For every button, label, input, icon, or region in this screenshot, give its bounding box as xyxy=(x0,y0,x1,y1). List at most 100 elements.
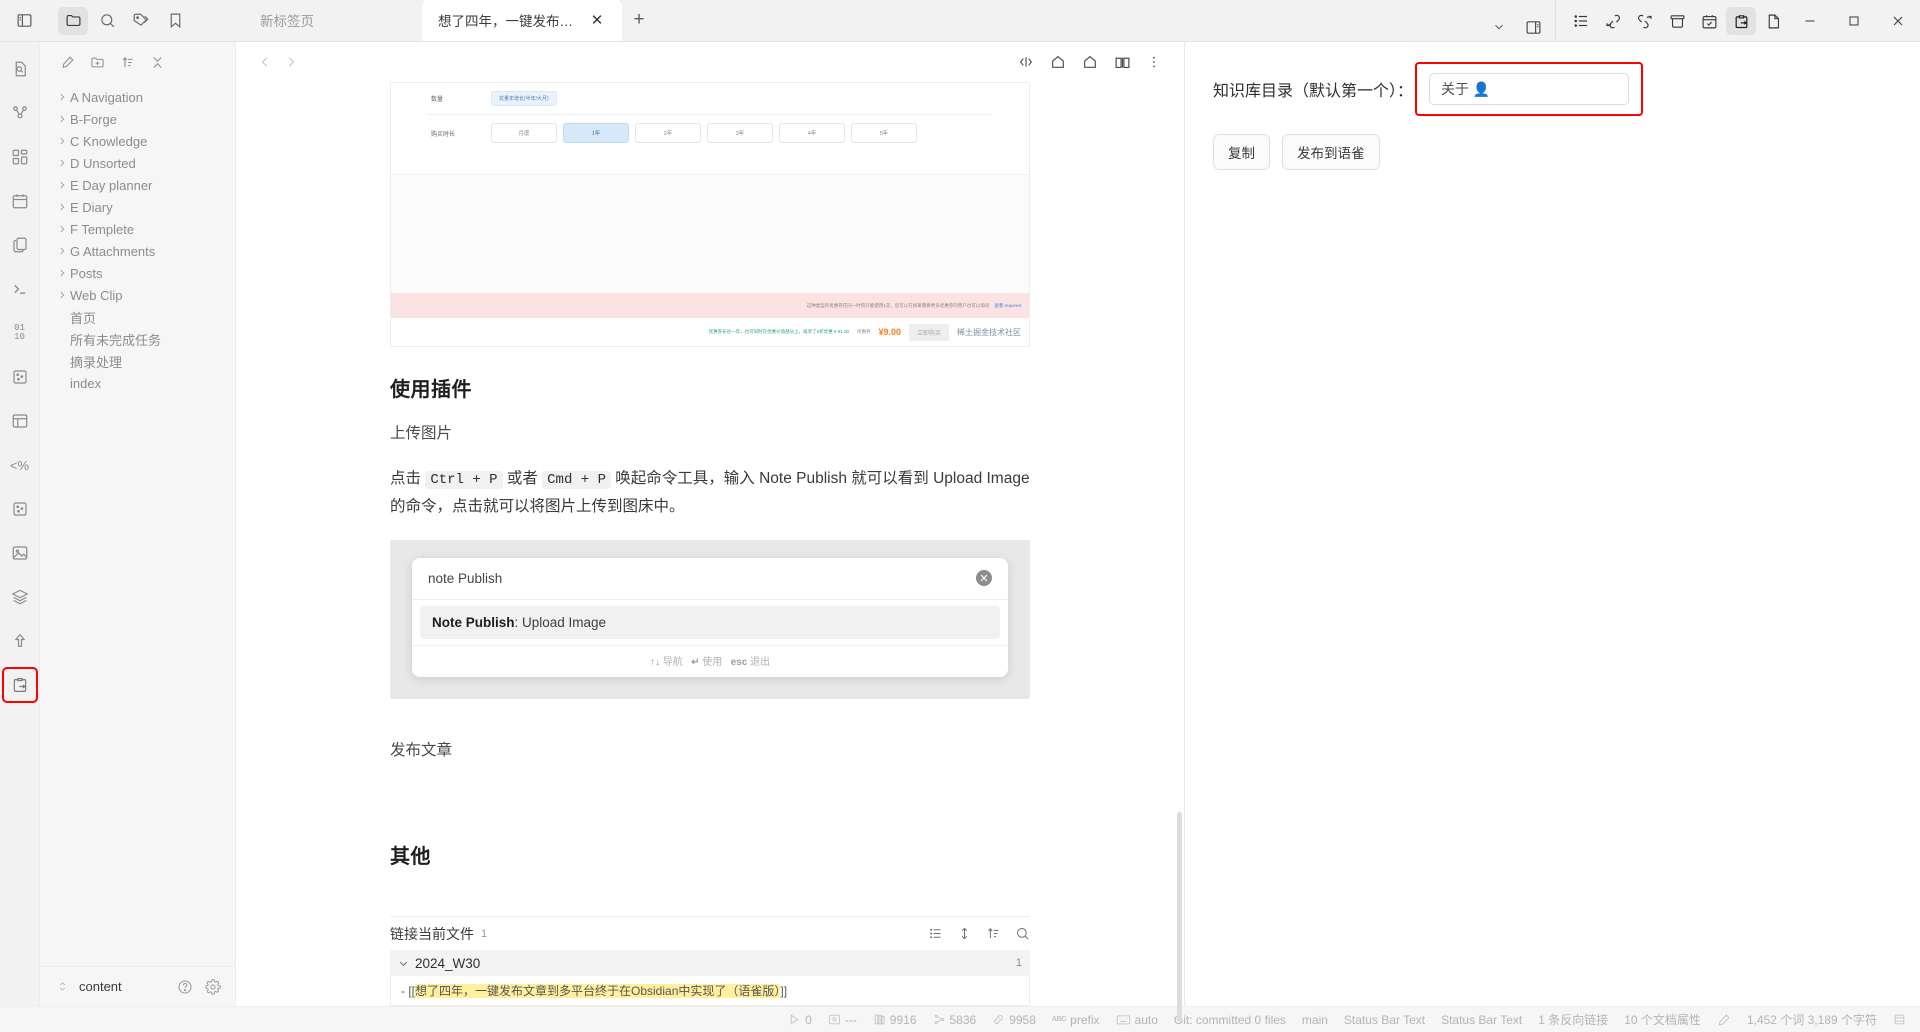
dice-icon[interactable] xyxy=(5,362,35,392)
ribbon-folder-button[interactable] xyxy=(58,6,88,35)
tab-actions xyxy=(1483,13,1555,41)
toolbar-archive-button[interactable] xyxy=(1662,7,1692,35)
help-button[interactable] xyxy=(175,977,195,997)
status-bar: 0 --- 9916 5836 9958 ABC prefix auto Git… xyxy=(0,1006,1920,1032)
toolbar-list-button[interactable] xyxy=(1566,7,1596,35)
tree-file-homepage[interactable]: 首页 xyxy=(40,306,235,328)
tab-new-page[interactable]: 新标签页 xyxy=(244,0,422,41)
sidebar-toggle-button[interactable] xyxy=(0,0,48,41)
binary-icon[interactable]: 01 10 xyxy=(5,318,35,348)
status-item-keyboard[interactable]: auto xyxy=(1116,1013,1158,1027)
status-item-backlinks[interactable]: 1 条反向链接 xyxy=(1538,1011,1608,1028)
toggle-right-sidebar-button[interactable] xyxy=(1517,13,1549,41)
clipboard-export-icon[interactable] xyxy=(1,667,38,703)
status-item-play[interactable]: 0 xyxy=(788,1013,812,1027)
nav-forward-button[interactable] xyxy=(278,49,304,75)
maximize-button[interactable] xyxy=(1832,0,1876,41)
canvas-grid-icon[interactable] xyxy=(5,142,35,172)
nav-back-button[interactable] xyxy=(252,49,278,75)
status-item-custom-2[interactable]: Status Bar Text xyxy=(1441,1013,1522,1027)
new-tab-button[interactable]: + xyxy=(622,0,656,41)
tree-folder-d-unsorted[interactable]: D Unsorted xyxy=(40,152,235,174)
layers-icon[interactable] xyxy=(5,582,35,612)
status-item-git[interactable]: Git: committed 0 files xyxy=(1174,1013,1286,1027)
status-text: 1,452 个词 3,189 个字符 xyxy=(1746,1013,1877,1027)
vault-switcher[interactable]: content xyxy=(52,977,167,997)
sort-button[interactable] xyxy=(114,49,140,75)
toolbar-link-out-button[interactable] xyxy=(1630,7,1660,35)
calendar-icon[interactable] xyxy=(5,186,35,216)
status-item-branch[interactable]: main xyxy=(1302,1013,1328,1027)
copy-button[interactable]: 复制 xyxy=(1213,134,1270,170)
tab-active-note[interactable]: 想了四年，一键发布文章... ✕ xyxy=(422,0,622,41)
layout-icon[interactable] xyxy=(5,406,35,436)
status-item-book[interactable]: 9916 xyxy=(873,1013,917,1027)
toolbar-file-button[interactable] xyxy=(1758,7,1788,35)
tree-folder-e-day-planner[interactable]: E Day planner xyxy=(40,174,235,196)
heading-other: 其他 xyxy=(390,845,431,868)
toolbar-publish-button[interactable] xyxy=(1726,7,1756,35)
toolbar-link-in-button[interactable] xyxy=(1598,7,1628,35)
dice-2-icon[interactable] xyxy=(5,494,35,524)
note-scroll-area[interactable]: 数量 抗量年增长(半年/大月) 购买时长 月度 1年 2年 3年 4年 5年 这… xyxy=(236,82,1184,1006)
screenshot-notice-text: 这种类型的优惠券在同一时刻只能使用1次，您可以在如果需要更多优惠券的用户也可以询… xyxy=(806,302,990,308)
backlink-item[interactable]: - [[想了四年，一键发布文章到多平台终于在Obsidian中实现了（语雀版）]… xyxy=(390,976,1030,1006)
vault-switch-icon xyxy=(52,977,72,997)
new-folder-button[interactable] xyxy=(84,49,110,75)
ribbon-bookmarks-button[interactable] xyxy=(160,7,190,35)
backlink-suffix: ]] xyxy=(780,984,788,998)
status-item-custom-1[interactable]: Status Bar Text xyxy=(1344,1013,1425,1027)
minimize-button[interactable] xyxy=(1788,0,1832,41)
tree-folder-b-forge[interactable]: B-Forge xyxy=(40,108,235,130)
search-backlinks-icon[interactable] xyxy=(1015,926,1030,941)
tree-folder-c-knowledge[interactable]: C Knowledge xyxy=(40,130,235,152)
status-item-properties[interactable]: 10 个文档属性 xyxy=(1624,1011,1701,1028)
status-item-edit-mode[interactable] xyxy=(1717,1013,1731,1027)
graph-icon[interactable] xyxy=(5,98,35,128)
file-search-icon[interactable] xyxy=(5,54,35,84)
ribbon-search-button[interactable] xyxy=(92,7,122,35)
status-item-prefix[interactable]: ABC prefix xyxy=(1052,1013,1100,1027)
knowledge-base-input[interactable] xyxy=(1429,73,1630,105)
collapse-results-icon[interactable] xyxy=(928,926,943,941)
tree-folder-web-clip[interactable]: Web Clip xyxy=(40,284,235,306)
publish-to-yuque-button[interactable]: 发布到语雀 xyxy=(1282,134,1380,170)
sort-order-icon[interactable] xyxy=(986,926,1001,941)
image-icon[interactable] xyxy=(5,538,35,568)
copy-files-icon[interactable] xyxy=(5,230,35,260)
toolbar-calendar-check-button[interactable] xyxy=(1694,7,1724,35)
status-item-links[interactable]: 9958 xyxy=(992,1013,1036,1027)
tree-file-all-unfinished-tasks[interactable]: 所有未完成任务 xyxy=(40,328,235,350)
collapse-all-button[interactable] xyxy=(144,49,170,75)
reading-view-button[interactable] xyxy=(1108,48,1136,76)
status-item-image[interactable]: --- xyxy=(828,1013,857,1027)
more-options-button[interactable] xyxy=(1140,48,1168,76)
home-alt-button[interactable] xyxy=(1076,48,1104,76)
home-button[interactable] xyxy=(1044,48,1072,76)
tab-list-dropdown-button[interactable] xyxy=(1483,13,1515,41)
percent-code-icon[interactable]: <% xyxy=(5,450,35,480)
tree-folder-a-navigation[interactable]: A Navigation xyxy=(40,86,235,108)
terminal-icon[interactable] xyxy=(5,274,35,304)
close-button[interactable] xyxy=(1876,0,1920,41)
tree-file-excerpt-processing[interactable]: 摘录处理 xyxy=(40,350,235,372)
status-item-graph[interactable]: 5836 xyxy=(933,1013,976,1027)
status-item-word-count[interactable]: 1,452 个词 3,189 个字符 xyxy=(1747,1011,1877,1028)
ribbon-tags-button[interactable] xyxy=(126,7,156,35)
expand-results-icon[interactable] xyxy=(957,926,972,941)
tree-folder-f-templete[interactable]: F Templete xyxy=(40,218,235,240)
upload-icon[interactable] xyxy=(5,626,35,656)
chevron-right-icon xyxy=(54,180,70,190)
tree-folder-posts[interactable]: Posts xyxy=(40,262,235,284)
knowledge-base-input-highlight xyxy=(1415,62,1644,116)
tab-close-button[interactable]: ✕ xyxy=(588,11,606,29)
tree-folder-e-diary[interactable]: E Diary xyxy=(40,196,235,218)
source-code-button[interactable] xyxy=(1012,48,1040,76)
tree-file-index[interactable]: index xyxy=(40,372,235,394)
backlink-group-row[interactable]: 2024_W30 1 xyxy=(390,950,1030,976)
status-item-layout[interactable] xyxy=(1893,1013,1906,1026)
link-out-icon xyxy=(1636,12,1654,30)
tree-folder-g-attachments[interactable]: G Attachments xyxy=(40,240,235,262)
new-note-button[interactable] xyxy=(54,49,80,75)
settings-button[interactable] xyxy=(203,977,223,997)
